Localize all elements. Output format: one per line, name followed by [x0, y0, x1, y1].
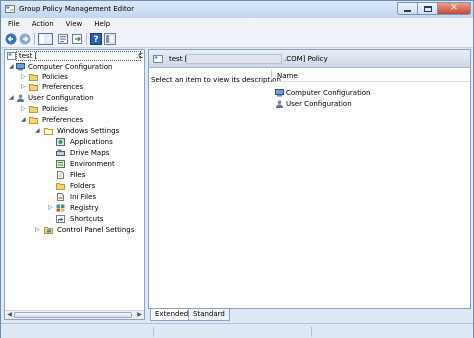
menu-help[interactable]: Help: [87, 18, 115, 30]
collapse-icon[interactable]: ◢: [9, 95, 15, 101]
files-icon: [57, 171, 64, 179]
close-button[interactable]: ✕: [437, 2, 471, 15]
tree-item-root[interactable]: test [ .C: [5, 51, 144, 61]
collapse-icon[interactable]: ◢: [9, 64, 15, 70]
collapse-icon[interactable]: ◢: [35, 128, 41, 134]
close-icon: ✕: [450, 3, 458, 13]
details-header: test [ .COM] Policy: [149, 50, 470, 68]
app-window: Group Policy Management Editor ✕ File Ac…: [0, 0, 474, 338]
folder-icon: [29, 74, 38, 81]
status-bar: [1, 323, 473, 338]
details-title-suffix: .COM] Policy: [284, 55, 328, 63]
expand-icon[interactable]: ▷: [35, 227, 41, 233]
drive-maps-icon: [56, 149, 65, 156]
folder-icon: [44, 128, 53, 135]
maximize-icon: [424, 6, 432, 12]
scroll-left-icon[interactable]: ◀: [5, 311, 14, 319]
tree-item-computer-configuration[interactable]: ◢ Computer Configuration: [5, 62, 144, 72]
tab-extended[interactable]: Extended: [150, 309, 194, 321]
folder-icon: [29, 106, 38, 113]
tree-item-user-preferences[interactable]: ◢ Preferences: [5, 115, 144, 125]
properties-icon[interactable]: [57, 33, 69, 45]
computer-icon: [275, 89, 284, 97]
tree-item-user-policies[interactable]: ▷ Policies: [5, 104, 144, 114]
window-title: Group Policy Management Editor: [19, 5, 134, 13]
tree-item-registry[interactable]: ▷ Registry: [5, 203, 144, 213]
gpo-icon: [7, 52, 16, 60]
menu-action[interactable]: Action: [25, 18, 59, 30]
minimize-icon: [404, 10, 411, 12]
svg-text:?: ?: [93, 35, 98, 45]
computer-icon: [16, 63, 25, 71]
back-arrow-icon[interactable]: [5, 33, 17, 45]
title-bar[interactable]: Group Policy Management Editor ✕: [1, 1, 473, 18]
show-hide-icon[interactable]: [104, 33, 116, 45]
registry-icon: [56, 204, 65, 212]
tree-item-shortcuts[interactable]: Shortcuts: [5, 214, 144, 224]
tree-item-computer-preferences[interactable]: ▷ Preferences: [5, 82, 144, 92]
tree-item-ini-files[interactable]: Ini Files: [5, 192, 144, 202]
gpme-app-icon: [5, 5, 15, 13]
menu-file[interactable]: File: [1, 18, 25, 30]
ini-files-icon: [57, 193, 64, 201]
tab-standard[interactable]: Standard: [188, 309, 230, 321]
scroll-right-icon[interactable]: ▶: [135, 311, 144, 319]
minimize-button[interactable]: [397, 2, 417, 15]
help-icon[interactable]: ?: [90, 33, 102, 45]
details-title-prefix: test [: [169, 55, 188, 63]
toolbar: ?: [1, 30, 473, 48]
redacted-domain: [186, 54, 282, 64]
column-header-name[interactable]: Name: [274, 70, 470, 82]
applications-icon: [56, 138, 65, 146]
view-tabs: Extended Standard: [148, 309, 471, 321]
tree-item-drive-maps[interactable]: Drive Maps: [5, 148, 144, 158]
tree-item-environment[interactable]: Environment: [5, 159, 144, 169]
tree-item-files[interactable]: Files: [5, 170, 144, 180]
export-list-icon[interactable]: [71, 33, 83, 45]
tree-item-control-panel-settings[interactable]: ▷ Control Panel Settings: [5, 225, 144, 235]
expand-icon[interactable]: ▷: [21, 106, 27, 112]
tree-item-user-configuration[interactable]: ◢ User Configuration: [5, 93, 144, 103]
shortcuts-icon: [56, 215, 65, 223]
menu-view[interactable]: View: [59, 18, 88, 30]
gpo-icon: [153, 55, 163, 63]
user-icon: [17, 94, 24, 102]
user-icon: [276, 100, 283, 108]
folder-icon: [29, 117, 38, 124]
status-divider: [153, 327, 154, 337]
tree-item-applications[interactable]: Applications: [5, 137, 144, 147]
tree-item-computer-policies[interactable]: ▷ Policies: [5, 72, 144, 82]
maximize-button[interactable]: [417, 2, 437, 15]
tree-item-folders[interactable]: Folders: [5, 181, 144, 191]
toolbar-separator: [34, 33, 35, 45]
forward-arrow-icon[interactable]: [19, 33, 31, 45]
folder-icon: [29, 84, 38, 91]
menu-bar: File Action View Help: [1, 18, 473, 30]
console-tree[interactable]: test [ .C ◢ Computer Configuration ▷ Pol…: [4, 49, 145, 320]
status-divider: [311, 327, 312, 337]
toolbar-separator: [86, 33, 87, 45]
expand-icon[interactable]: ▷: [48, 205, 54, 211]
folders-icon: [56, 183, 65, 190]
console-tree-icon[interactable]: [38, 33, 53, 45]
description-text: Select an item to view its description.: [151, 76, 284, 84]
environment-icon: [56, 160, 65, 168]
tree-item-windows-settings[interactable]: ◢ Windows Settings: [5, 126, 144, 136]
expand-icon[interactable]: ▷: [21, 74, 27, 80]
expand-icon[interactable]: ▷: [21, 84, 27, 90]
details-pane: test [ .COM] Policy Select an item to vi…: [148, 49, 471, 309]
control-panel-icon: [44, 227, 53, 234]
tree-horizontal-scrollbar[interactable]: ◀ ▶: [5, 310, 144, 319]
collapse-icon[interactable]: ◢: [21, 117, 27, 123]
window-controls: ✕: [397, 2, 471, 16]
column-divider[interactable]: [271, 70, 272, 80]
scroll-thumb[interactable]: [14, 312, 132, 318]
